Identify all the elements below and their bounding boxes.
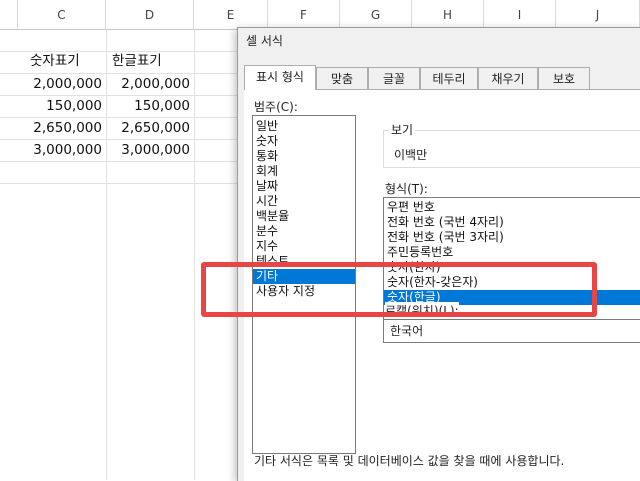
tab-fill[interactable]: 채우기 <box>478 67 538 89</box>
category-item[interactable]: 일반 <box>253 119 355 134</box>
gridline <box>194 30 195 480</box>
description-text: 기타 서식은 목록 및 데이터베이스 값을 찾을 때에 사용합니다. <box>254 454 565 468</box>
category-item[interactable]: 숫자 <box>253 134 355 149</box>
column-header-e[interactable]: E <box>194 0 268 30</box>
column-header-i[interactable]: I <box>484 0 556 30</box>
gridline <box>0 183 240 184</box>
type-item[interactable]: 주민등록번호 <box>384 245 640 260</box>
category-item[interactable]: 백분율 <box>253 209 355 224</box>
cell-d-3[interactable]: 2,650,000 <box>106 118 194 139</box>
cell-c-2[interactable]: 150,000 <box>18 96 106 117</box>
tab-alignment[interactable]: 맞춤 <box>316 67 368 89</box>
column-header-d[interactable]: D <box>106 0 194 30</box>
column-header-j[interactable]: J <box>556 0 640 30</box>
gridline <box>0 161 240 162</box>
tab-protection[interactable]: 보호 <box>538 67 590 89</box>
highlight-box <box>201 262 597 317</box>
column-header-c[interactable]: C <box>18 0 106 30</box>
tab-border[interactable]: 테두리 <box>420 67 478 89</box>
column-header-g[interactable]: G <box>340 0 412 30</box>
cell-d-2[interactable]: 150,000 <box>106 96 194 117</box>
cell-header-d[interactable]: 한글표기 <box>108 51 194 72</box>
tab-number-format[interactable]: 표시 형식 <box>244 65 316 90</box>
category-item[interactable]: 통화 <box>253 149 355 164</box>
category-label: 범주(C): <box>254 100 298 114</box>
cell-c-1[interactable]: 2,000,000 <box>18 74 106 95</box>
cell-d-4[interactable]: 3,000,000 <box>106 140 194 161</box>
column-header-blank[interactable] <box>0 0 18 30</box>
category-item[interactable]: 날짜 <box>253 179 355 194</box>
cell-d-1[interactable]: 2,000,000 <box>106 74 194 95</box>
category-item[interactable]: 시간 <box>253 194 355 209</box>
dialog-title: 셀 서식 <box>246 34 283 48</box>
tab-font[interactable]: 글꼴 <box>368 67 420 89</box>
format-cells-dialog: 셀 서식 표시 형식 맞춤 글꼴 테두리 채우기 보호 범주(C): 일반 숫자… <box>237 27 640 481</box>
type-item[interactable]: 전화 번호 (국번 3자리) <box>384 230 640 245</box>
category-item[interactable]: 회계 <box>253 164 355 179</box>
column-header-h[interactable]: H <box>412 0 484 30</box>
category-item[interactable]: 분수 <box>253 224 355 239</box>
type-item[interactable]: 우편 번호 <box>384 200 640 215</box>
sample-value: 이백만 <box>394 148 428 162</box>
column-header-f[interactable]: F <box>268 0 340 30</box>
type-label: 형식(T): <box>385 182 428 196</box>
cell-c-4[interactable]: 3,000,000 <box>18 140 106 161</box>
cell-header-c[interactable]: 숫자표기 <box>26 51 106 72</box>
sample-label: 보기 <box>389 121 416 138</box>
type-item[interactable]: 전화 번호 (국번 4자리) <box>384 215 640 230</box>
category-item[interactable]: 지수 <box>253 239 355 254</box>
cell-c-3[interactable]: 2,650,000 <box>18 118 106 139</box>
locale-select[interactable]: 한국어 <box>383 319 640 343</box>
